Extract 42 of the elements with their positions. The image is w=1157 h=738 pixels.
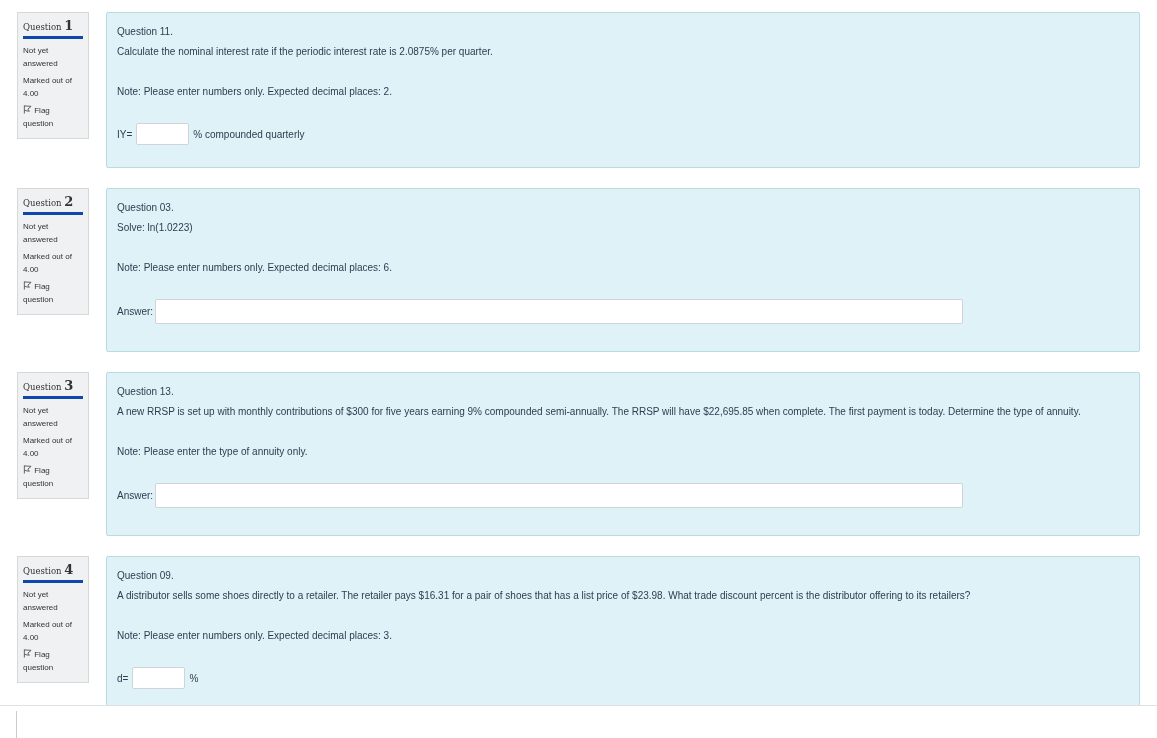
answer-field[interactable]	[132, 667, 186, 689]
question-note: Note: Please enter numbers only. Expected decimal places: 2.	[117, 86, 393, 97]
question-status: Not yet answered	[23, 589, 59, 614]
answer-field[interactable]	[155, 299, 964, 324]
question-title: Question 11.	[117, 26, 174, 37]
answer-label: Answer:	[117, 490, 154, 501]
question-status: Not yet answered	[23, 405, 59, 430]
question-text: A distributor sells some shoes directly to a retailer. The retailer pays $16.31 for a pair of shoes that has a list price of $23.98. What trade discount percent is the distributor offering to its retailers?	[117, 589, 972, 602]
answer-suffix: %	[189, 672, 199, 684]
question-number: Question 3	[23, 378, 83, 399]
question-title: Question 09.	[117, 570, 175, 581]
question-text: Calculate the nominal interest rate if the periodic interest rate is 2.0875% per quarter.	[117, 45, 494, 58]
question-note: Note: Please enter numbers only. Expected decimal places: 6.	[117, 262, 393, 273]
question-status: Not yet answered	[23, 45, 59, 70]
flag-icon	[23, 649, 32, 658]
question-text: Solve: ln(1.0223)	[117, 221, 194, 234]
question-number: Question 1	[23, 18, 83, 39]
answer-field[interactable]	[136, 123, 190, 145]
answer-field[interactable]	[155, 483, 964, 508]
answer-label: Answer:	[117, 306, 154, 317]
flag-question-link[interactable]: Flag question	[23, 649, 65, 674]
answer-suffix: % compounded quarterly	[193, 128, 305, 140]
question-number: Question 2	[23, 194, 83, 215]
question-note: Note: Please enter numbers only. Expected decimal places: 3.	[117, 630, 393, 641]
question-marks: Marked out of 4.00	[23, 435, 73, 460]
flag-question-link[interactable]: Flag question	[23, 281, 65, 306]
question-marks: Marked out of 4.00	[23, 251, 73, 276]
question-status: Not yet answered	[23, 221, 59, 246]
question-marks: Marked out of 4.00	[23, 619, 73, 644]
question-title: Question 13.	[117, 386, 175, 397]
question-number: Question 4	[23, 562, 83, 583]
question-note: Note: Please enter the type of annuity only.	[117, 446, 309, 457]
flag-question-link[interactable]: Flag question	[23, 465, 65, 490]
flag-icon	[23, 281, 32, 290]
flag-question-link[interactable]: Flag question	[23, 105, 65, 130]
question-title: Question 03.	[117, 202, 175, 213]
flag-icon	[23, 465, 32, 474]
answer-prefix: IY=	[117, 128, 133, 140]
answer-prefix: d=	[117, 672, 129, 684]
flag-icon	[23, 105, 32, 114]
question-text: A new RRSP is set up with monthly contributions of $300 for five years earning 9% compounded semi-annually. The RRSP will have $22,695.85 when complete. The first payment is today. Determine the type of annuity.	[117, 405, 1082, 418]
question-marks: Marked out of 4.00	[23, 75, 73, 100]
